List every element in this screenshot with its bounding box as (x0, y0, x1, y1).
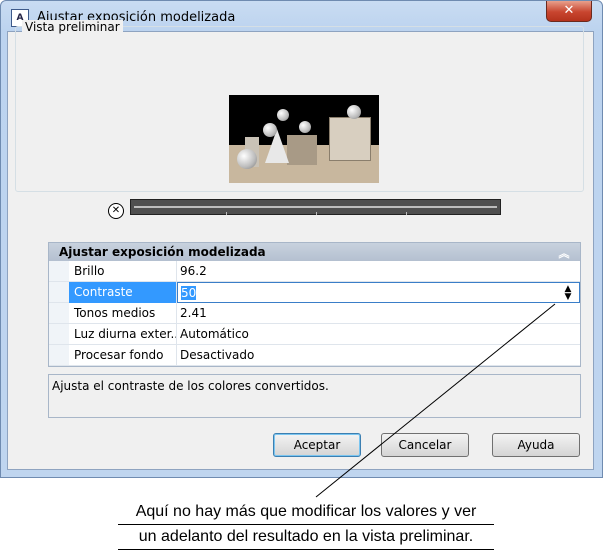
caption-line-1: Aquí no hay más que modificar los valore… (118, 500, 494, 525)
caption-line-2: un adelanto del resultado en la vista pr… (118, 525, 494, 550)
annotation-caption: Aquí no hay más que modificar los valore… (118, 500, 494, 550)
callout-line (315, 303, 556, 498)
